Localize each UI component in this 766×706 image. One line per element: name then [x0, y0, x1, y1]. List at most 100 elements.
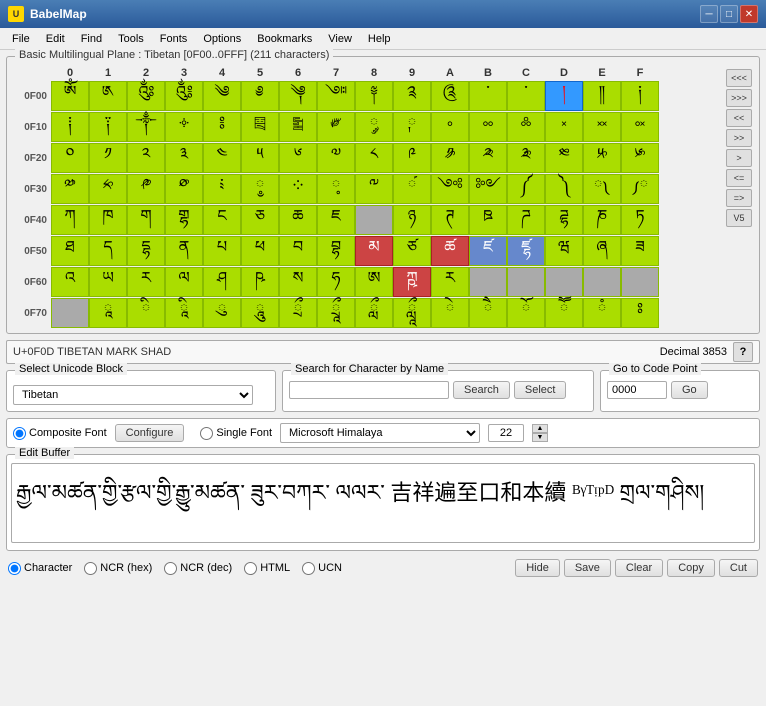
close-button[interactable]: ✕ — [740, 5, 758, 23]
nav-prev-page-button[interactable]: << — [726, 109, 752, 127]
menu-help[interactable]: Help — [360, 31, 399, 47]
select-button[interactable]: Select — [514, 381, 567, 399]
font-selector[interactable]: Microsoft Himalaya — [280, 423, 480, 443]
single-font-label: Single Font — [216, 427, 272, 439]
menu-file[interactable]: File — [4, 31, 38, 47]
maximize-button[interactable]: □ — [720, 5, 738, 23]
app-icon: U — [8, 6, 24, 22]
menu-view[interactable]: View — [320, 31, 360, 47]
bottom-bar: Character NCR (hex) NCR (dec) HTML UCN H… — [6, 557, 760, 579]
goto-group: Go to Code Point Go — [600, 370, 760, 412]
row-header-0F60: 0F60 — [11, 267, 51, 297]
goto-button[interactable]: Go — [671, 381, 708, 399]
output-format-group: Character NCR (hex) NCR (dec) HTML UCN — [8, 562, 342, 575]
format-ncrdec-radio[interactable] — [164, 562, 177, 575]
size-up-button[interactable]: ▲ — [532, 424, 548, 433]
grid-nav-panel: <<< >>> << >> > <= => V5 — [721, 67, 755, 329]
cell-0F78[interactable]: ླྀ — [355, 298, 393, 328]
cell-0F7C[interactable]: ོ — [507, 298, 545, 328]
select-block-group: Select Unicode Block Tibetan — [6, 370, 276, 412]
row-header-0F20: 0F20 — [11, 143, 51, 173]
composite-font-radio[interactable] — [13, 427, 26, 440]
nav-next-button[interactable]: > — [726, 149, 752, 167]
cell-0F5D[interactable]: ཝ — [545, 236, 583, 266]
character-grid: 0 1 2 3 4 5 6 7 8 9 A B C D E F — [11, 67, 721, 329]
format-character-radio[interactable] — [8, 562, 21, 575]
grid-row-0F10: 0F10 ༐ ༑ ༒ ༓ ༔ ༕ ༖ ༗ ༘ ༙ ༚ ༛ ༜ ༝ ༞ ༟ — [11, 112, 721, 142]
cell-0F79[interactable]: ཹ — [393, 298, 431, 328]
help-button[interactable]: ? — [733, 342, 753, 362]
nav-v5-button[interactable]: V5 — [726, 209, 752, 227]
size-down-button[interactable]: ▼ — [532, 433, 548, 442]
format-html-radio[interactable] — [244, 562, 257, 575]
cell-0F72[interactable]: ི — [127, 298, 165, 328]
cell-0F5C[interactable]: ཛྷ — [507, 236, 545, 266]
cell-0F70[interactable] — [51, 298, 89, 328]
menu-edit[interactable]: Edit — [38, 31, 73, 47]
search-button[interactable]: Search — [453, 381, 510, 399]
format-html-label: HTML — [260, 562, 290, 574]
goto-input[interactable] — [607, 381, 667, 399]
cell-0F5E[interactable]: ཞ — [583, 236, 621, 266]
menu-options[interactable]: Options — [195, 31, 249, 47]
cell-0F7E[interactable]: ཾ — [583, 298, 621, 328]
clear-button[interactable]: Clear — [615, 559, 663, 577]
decimal-label: Decimal 3853 — [660, 346, 727, 358]
copy-button[interactable]: Copy — [667, 559, 715, 577]
nav-last-button[interactable]: >>> — [726, 89, 752, 107]
character-grid-panel: Basic Multilingual Plane : Tibetan [0F00… — [6, 56, 760, 334]
minimize-button[interactable]: ─ — [700, 5, 718, 23]
save-button[interactable]: Save — [564, 559, 611, 577]
cell-0F73[interactable]: ཱི — [165, 298, 203, 328]
format-ncrdec-label: NCR (dec) — [180, 562, 232, 574]
edit-area[interactable]: རྒྱལ་མཚན་གྱི་རྩལ་གྱི་རྒྱུ་མཚན་ ཟུར་བཀར་ … — [11, 463, 755, 543]
nav-forward-button[interactable]: => — [726, 189, 752, 207]
search-input[interactable] — [289, 381, 449, 399]
cell-0F76[interactable]: ྲྀ — [279, 298, 317, 328]
row-header-0F00: 0F00 — [11, 81, 51, 111]
grid-row-0F70: 0F70 ཱ ི ཱི ུ ཱུ ྲྀ ཷ ླྀ ཹ ེ ཻ ོ ཽ ཾ ཿ — [11, 298, 721, 328]
app-title: BabelMap — [30, 7, 87, 21]
nav-first-button[interactable]: <<< — [726, 69, 752, 87]
font-size-input[interactable] — [488, 424, 524, 442]
nav-prev-button[interactable]: <= — [726, 169, 752, 187]
row-header-0F30: 0F30 — [11, 174, 51, 204]
cell-0F71[interactable]: ཱ — [89, 298, 127, 328]
format-ncrhex-radio[interactable] — [84, 562, 97, 575]
format-ucn-radio[interactable] — [302, 562, 315, 575]
menu-tools[interactable]: Tools — [110, 31, 152, 47]
grid-row-0F50: 0F50 ཐ ད དྷ ན པ ཕ བ བྷ མ ཙ ཚ ཛ ཛྷ ཝ ཞ ཟ — [11, 236, 721, 266]
cell-0F7F[interactable]: ཿ — [621, 298, 659, 328]
search-title: Search for Character by Name — [291, 363, 448, 375]
cell-0F7A[interactable]: ེ — [431, 298, 469, 328]
row-header-0F40: 0F40 — [11, 205, 51, 235]
block-selector[interactable]: Tibetan — [13, 385, 253, 405]
hide-button[interactable]: Hide — [515, 559, 560, 577]
cell-0F77[interactable]: ཷ — [317, 298, 355, 328]
cut-button[interactable]: Cut — [719, 559, 758, 577]
goto-title: Go to Code Point — [609, 363, 701, 375]
menu-fonts[interactable]: Fonts — [152, 31, 196, 47]
title-bar: U BabelMap ─ □ ✕ — [0, 0, 766, 28]
select-block-title: Select Unicode Block — [15, 363, 127, 375]
status-bar: U+0F0D TIBETAN MARK SHAD Decimal 3853 ? — [6, 340, 760, 364]
menu-bookmarks[interactable]: Bookmarks — [249, 31, 320, 47]
cell-0F7B[interactable]: ཻ — [469, 298, 507, 328]
font-row: Composite Font Configure Single Font Mic… — [6, 418, 760, 448]
single-font-radio[interactable] — [200, 427, 213, 440]
nav-next-page-button[interactable]: >> — [726, 129, 752, 147]
row-header-0F70: 0F70 — [11, 298, 51, 328]
cell-0F7D[interactable]: ཽ — [545, 298, 583, 328]
cell-0F74[interactable]: ུ — [203, 298, 241, 328]
configure-button[interactable]: Configure — [115, 424, 185, 442]
cell-0F5F[interactable]: ཟ — [621, 236, 659, 266]
cell-0F60[interactable]: འ — [51, 267, 89, 297]
menu-find[interactable]: Find — [73, 31, 110, 47]
cell-0F75[interactable]: ཱུ — [241, 298, 279, 328]
cell-0F5B[interactable]: ཛ — [469, 236, 507, 266]
search-group: Search for Character by Name Search Sele… — [282, 370, 594, 412]
edit-buffer-panel: Edit Buffer རྒྱལ་མཚན་གྱི་རྩལ་གྱི་རྒྱུ་མཚ… — [6, 454, 760, 551]
grid-row-0F40: 0F40 ཀ ཁ ག གྷ ང ཅ ཆ ཇ ཉ ཊ ཋ ཌ ཌྷ ཎ ཏ — [11, 205, 721, 235]
cell-0F38[interactable]: ༸ — [355, 174, 393, 204]
menu-bar: File Edit Find Tools Fonts Options Bookm… — [0, 28, 766, 50]
